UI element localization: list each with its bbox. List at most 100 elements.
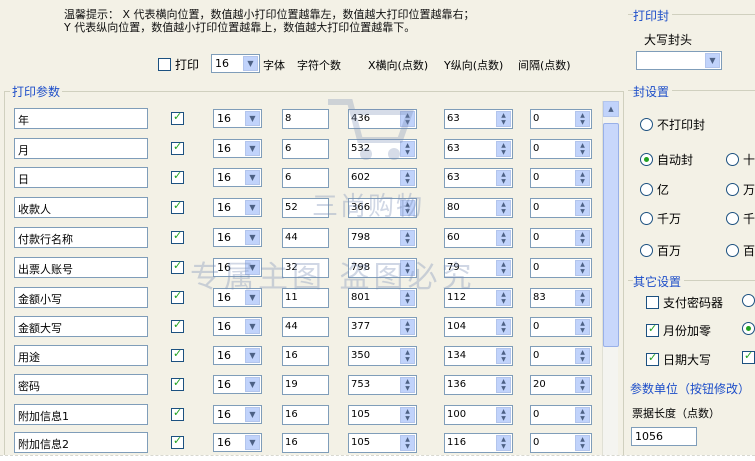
param-name-field[interactable]: 金额小写	[14, 287, 148, 308]
param-name-field[interactable]: 收款人	[14, 197, 148, 218]
param-count-field[interactable]: 16	[282, 346, 329, 366]
spin-arrows-icon[interactable]: ▲ ▼	[575, 111, 590, 127]
chevron-down-icon[interactable]: ▼	[705, 53, 720, 68]
param-y-spinner[interactable]: 136 ▲ ▼	[444, 375, 513, 395]
param-name-field[interactable]: 付款行名称	[14, 227, 148, 248]
spin-arrows-icon[interactable]: ▲ ▼	[575, 290, 590, 306]
param-font-select[interactable]: 16 ▼	[213, 346, 262, 365]
checkbox-box[interactable]	[171, 140, 184, 155]
radio-no-seal[interactable]: 不打印封	[640, 116, 705, 133]
param-x-spinner[interactable]: 602 ▲ ▼	[348, 168, 417, 188]
radio-extra-1[interactable]	[742, 294, 755, 307]
param-font-select[interactable]: 16 ▼	[213, 139, 262, 158]
param-print-checkbox[interactable]	[171, 318, 184, 336]
param-name-field[interactable]: 年	[14, 108, 148, 129]
checkbox-day-upper[interactable]: 日期大写	[646, 351, 711, 368]
param-name-field[interactable]: 出票人账号	[14, 257, 148, 278]
param-print-checkbox[interactable]	[171, 259, 184, 277]
param-gap-spinner[interactable]: 0 ▲ ▼	[530, 228, 592, 248]
checkbox-box[interactable]	[171, 169, 184, 184]
checkbox-box[interactable]	[646, 351, 659, 366]
checkbox-box[interactable]	[646, 322, 659, 337]
spin-arrows-icon[interactable]: ▲ ▼	[400, 348, 415, 364]
spin-arrows-icon[interactable]: ▲ ▼	[575, 348, 590, 364]
spin-arrows-icon[interactable]: ▲ ▼	[496, 111, 511, 127]
param-print-checkbox[interactable]	[171, 406, 184, 424]
chevron-down-icon[interactable]: ▼	[245, 348, 260, 363]
checkbox-box[interactable]	[171, 229, 184, 244]
spin-arrows-icon[interactable]: ▲ ▼	[496, 348, 511, 364]
param-font-select[interactable]: 16 ▼	[213, 375, 262, 394]
scroll-thumb[interactable]	[603, 123, 619, 347]
radio-circle[interactable]	[640, 118, 653, 131]
param-count-field[interactable]: 16	[282, 433, 329, 453]
param-x-spinner[interactable]: 753 ▲ ▼	[348, 375, 417, 395]
param-print-checkbox[interactable]	[171, 289, 184, 307]
spin-arrows-icon[interactable]: ▲ ▼	[400, 230, 415, 246]
radio-circle[interactable]	[640, 212, 653, 225]
param-gap-spinner[interactable]: 0 ▲ ▼	[530, 198, 592, 218]
checkbox-box[interactable]	[171, 199, 184, 214]
param-x-spinner[interactable]: 798 ▲ ▼	[348, 228, 417, 248]
param-count-field[interactable]: 16	[282, 405, 329, 425]
param-gap-spinner[interactable]: 0 ▲ ▼	[530, 346, 592, 366]
param-y-spinner[interactable]: 100 ▲ ▼	[444, 405, 513, 425]
param-name-field[interactable]: 用途	[14, 345, 148, 366]
param-y-spinner[interactable]: 63 ▲ ▼	[444, 109, 513, 129]
spin-arrows-icon[interactable]: ▲ ▼	[496, 435, 511, 451]
radio-auto-seal[interactable]: 自动封	[640, 151, 693, 168]
spin-arrows-icon[interactable]: ▲ ▼	[400, 407, 415, 423]
checkbox-box[interactable]	[742, 349, 755, 364]
checkbox-box[interactable]	[158, 58, 171, 71]
spin-arrows-icon[interactable]: ▲ ▼	[575, 170, 590, 186]
spin-arrows-icon[interactable]: ▲ ▼	[400, 377, 415, 393]
chevron-down-icon[interactable]: ▼	[245, 141, 260, 156]
chevron-down-icon[interactable]: ▼	[245, 230, 260, 245]
param-gap-spinner[interactable]: 83 ▲ ▼	[530, 288, 592, 308]
chevron-down-icon[interactable]: ▼	[245, 170, 260, 185]
chevron-down-icon[interactable]: ▼	[245, 200, 260, 215]
param-y-spinner[interactable]: 63 ▲ ▼	[444, 168, 513, 188]
param-x-spinner[interactable]: 350 ▲ ▼	[348, 346, 417, 366]
spin-arrows-icon[interactable]: ▲ ▼	[575, 141, 590, 157]
print-all-checkbox[interactable]: 打印	[158, 56, 199, 73]
radio-circle[interactable]	[726, 183, 739, 196]
checkbox-box[interactable]	[171, 289, 184, 304]
chevron-down-icon[interactable]: ▼	[245, 319, 260, 334]
param-gap-spinner[interactable]: 0 ▲ ▼	[530, 139, 592, 159]
param-name-field[interactable]: 附加信息1	[14, 404, 148, 425]
param-gap-spinner[interactable]: 0 ▲ ▼	[530, 109, 592, 129]
spin-arrows-icon[interactable]: ▲ ▼	[575, 260, 590, 276]
param-name-field[interactable]: 日	[14, 167, 148, 188]
radio-circle[interactable]	[726, 244, 739, 257]
uppercase-seal-select[interactable]: ▼	[636, 51, 722, 70]
chevron-down-icon[interactable]: ▼	[243, 56, 258, 71]
param-gap-spinner[interactable]: 20 ▲ ▼	[530, 375, 592, 395]
param-name-field[interactable]: 密码	[14, 374, 148, 395]
param-x-spinner[interactable]: 105 ▲ ▼	[348, 433, 417, 453]
spin-arrows-icon[interactable]: ▲ ▼	[575, 319, 590, 335]
param-count-field[interactable]: 19	[282, 375, 329, 395]
font-select-all[interactable]: 16 ▼	[211, 54, 260, 73]
spin-arrows-icon[interactable]: ▲ ▼	[496, 290, 511, 306]
spin-arrows-icon[interactable]: ▲ ▼	[400, 435, 415, 451]
param-y-spinner[interactable]: 104 ▲ ▼	[444, 317, 513, 337]
spin-arrows-icon[interactable]: ▲ ▼	[496, 319, 511, 335]
spin-arrows-icon[interactable]: ▲ ▼	[496, 260, 511, 276]
radio-baiwan[interactable]: 百万	[640, 242, 681, 259]
param-gap-spinner[interactable]: 0 ▲ ▼	[530, 168, 592, 188]
spin-arrows-icon[interactable]: ▲ ▼	[575, 200, 590, 216]
radio-yi[interactable]: 亿	[640, 181, 669, 198]
param-font-select[interactable]: 16 ▼	[213, 109, 262, 128]
param-font-select[interactable]: 16 ▼	[213, 198, 262, 217]
param-gap-spinner[interactable]: 0 ▲ ▼	[530, 258, 592, 278]
param-y-spinner[interactable]: 60 ▲ ▼	[444, 228, 513, 248]
spin-arrows-icon[interactable]: ▲ ▼	[496, 141, 511, 157]
param-print-checkbox[interactable]	[171, 169, 184, 187]
spin-arrows-icon[interactable]: ▲ ▼	[496, 170, 511, 186]
radio-circle[interactable]	[640, 183, 653, 196]
param-y-spinner[interactable]: 80 ▲ ▼	[444, 198, 513, 218]
checkbox-extra[interactable]	[742, 349, 755, 364]
spin-arrows-icon[interactable]: ▲ ▼	[575, 230, 590, 246]
radio-circle[interactable]	[726, 212, 739, 225]
